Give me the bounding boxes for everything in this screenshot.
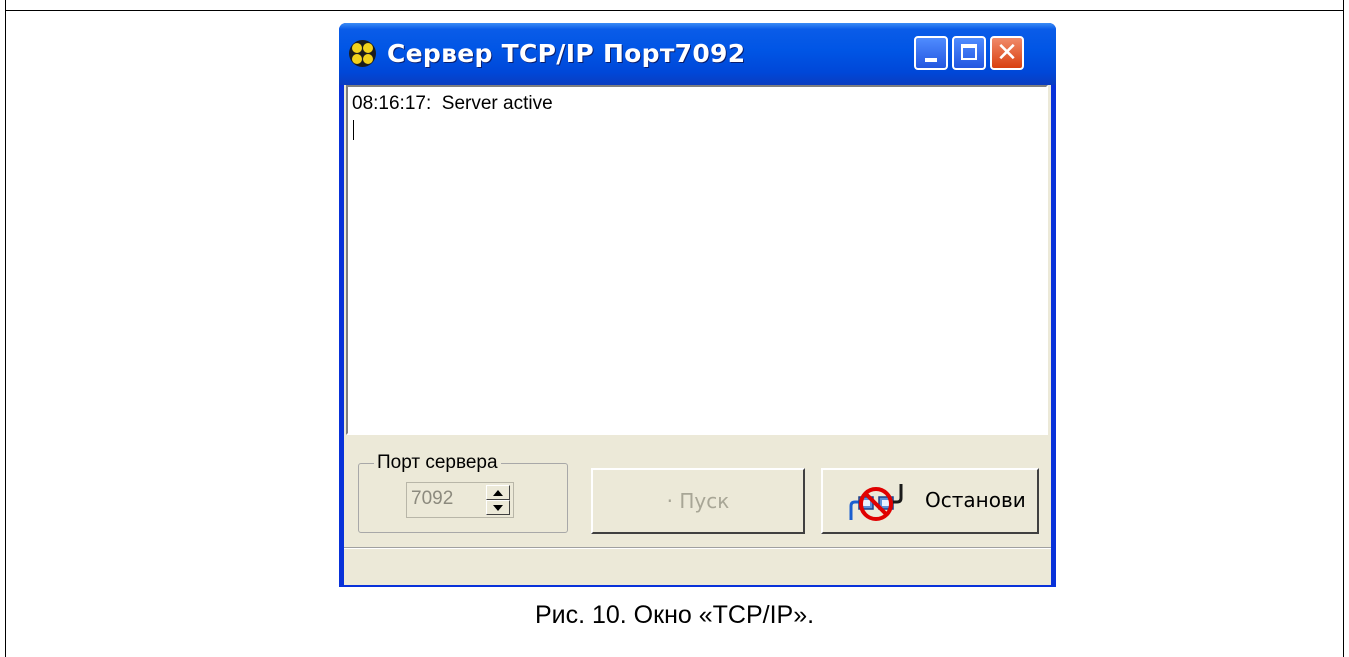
close-button[interactable]: ✕ bbox=[990, 36, 1024, 70]
arrow-up-icon bbox=[493, 490, 503, 496]
maximize-button[interactable] bbox=[952, 36, 986, 70]
minimize-icon bbox=[925, 58, 937, 62]
close-icon: ✕ bbox=[996, 38, 1018, 68]
spin-up-button[interactable] bbox=[486, 485, 510, 500]
log-textarea[interactable]: 08:16:17: Server active bbox=[346, 85, 1048, 435]
status-bar bbox=[344, 547, 1051, 585]
figure-caption: Рис. 10. Окно «TCP/IP». bbox=[534, 601, 815, 629]
tcp-ip-server-window: Сервер TCP/IP Порт7092 ✕ 08:16:17: Serve… bbox=[339, 23, 1056, 587]
spin-down-button[interactable] bbox=[486, 500, 510, 515]
page-frame-top bbox=[5, 10, 1344, 11]
stop-button[interactable]: Останови bbox=[821, 468, 1039, 534]
window-client-area: 08:16:17: Server active Порт сервера 709… bbox=[344, 85, 1051, 585]
window-title: Сервер TCP/IP Порт7092 bbox=[387, 39, 746, 68]
maximize-icon bbox=[961, 44, 977, 60]
port-spinner[interactable] bbox=[486, 485, 510, 515]
text-caret bbox=[353, 120, 354, 140]
app-icon[interactable] bbox=[349, 40, 376, 67]
port-group-label: Порт сервера bbox=[374, 452, 501, 474]
start-button[interactable]: · Пуск bbox=[591, 468, 805, 534]
title-bar[interactable]: Сервер TCP/IP Порт7092 ✕ bbox=[339, 23, 1056, 85]
log-line: 08:16:17: Server active bbox=[352, 93, 553, 114]
minimize-button[interactable] bbox=[914, 36, 948, 70]
stop-button-label: Останови bbox=[925, 488, 1026, 512]
disconnect-icon bbox=[849, 484, 903, 521]
page-frame-right bbox=[1343, 0, 1344, 657]
arrow-down-icon bbox=[493, 505, 503, 511]
page-frame-left bbox=[5, 0, 6, 657]
